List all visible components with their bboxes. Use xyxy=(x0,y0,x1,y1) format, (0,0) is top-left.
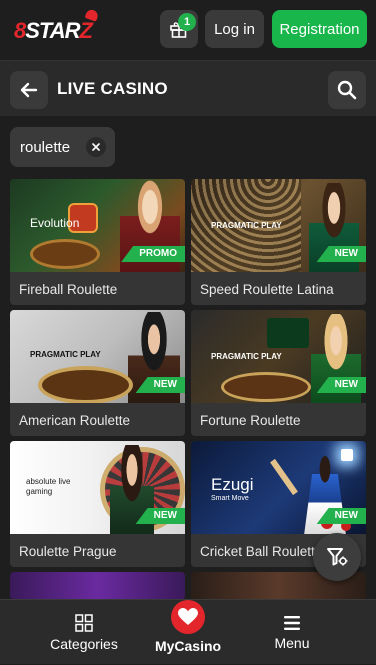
game-thumbnail: PRAGMATIC PLAY NEW xyxy=(191,310,366,403)
mycasino-badge xyxy=(171,599,205,634)
game-thumbnail: PRAGMATIC PLAY NEW xyxy=(10,310,185,403)
logo-text: STAR xyxy=(25,18,80,43)
brand-logo[interactable]: 8STARZ xyxy=(14,8,118,46)
game-card[interactable] xyxy=(10,572,185,600)
nav-categories[interactable]: Categories xyxy=(40,600,128,665)
hamburger-icon xyxy=(284,615,300,630)
search-icon xyxy=(337,80,357,100)
game-title: Roulette Prague xyxy=(19,544,117,559)
game-card[interactable]: absolute live gaming NEW Roulette Prague xyxy=(10,441,185,567)
game-title: Fireball Roulette xyxy=(19,282,118,297)
nav-categories-label: Categories xyxy=(50,635,118,652)
close-icon xyxy=(92,143,100,151)
login-button[interactable]: Log in xyxy=(205,10,264,48)
filter-chip-label: roulette xyxy=(20,139,71,156)
game-title: Fortune Roulette xyxy=(200,413,301,428)
provider-logo: absolute live gaming xyxy=(26,477,71,496)
page-title: LIVE CASINO xyxy=(57,79,168,98)
provider-logo: Evolution xyxy=(30,216,80,230)
game-card[interactable]: PRAGMATIC PLAY NEW American Roulette xyxy=(10,310,185,436)
registration-button[interactable]: Registration xyxy=(272,10,367,48)
clear-filter-button[interactable] xyxy=(86,137,106,157)
search-button[interactable] xyxy=(328,71,366,109)
provider-logo: PRAGMATIC PLAY xyxy=(211,352,282,361)
nav-menu-label: Menu xyxy=(274,634,310,651)
game-thumbnail: Ezugi Smart Move NEW xyxy=(191,441,366,534)
game-thumbnail: absolute live gaming NEW xyxy=(10,441,185,534)
gift-count-badge: 1 xyxy=(178,13,196,31)
nav-mycasino-label: MyCasino xyxy=(154,637,222,654)
game-thumbnail: Evolution PROMO xyxy=(10,179,185,272)
arrow-left-icon xyxy=(20,82,38,98)
heart-icon xyxy=(178,607,198,625)
game-title: Cricket Ball Roulette xyxy=(200,544,323,559)
back-button[interactable] xyxy=(10,71,48,109)
game-thumbnail: PRAGMATIC PLAY NEW xyxy=(191,179,366,272)
provider-logo: Ezugi xyxy=(211,475,254,494)
nav-mycasino[interactable]: MyCasino xyxy=(144,599,232,665)
filter-button[interactable] xyxy=(313,533,361,581)
game-card[interactable]: PRAGMATIC PLAY NEW Speed Roulette Latina xyxy=(191,179,366,305)
filter-settings-icon xyxy=(327,548,348,566)
game-card[interactable]: Evolution PROMO Fireball Roulette xyxy=(10,179,185,305)
provider-logo: PRAGMATIC PLAY xyxy=(30,350,101,359)
section-header: LIVE CASINO xyxy=(0,60,376,116)
top-bar: 8STARZ 1 Log in Registration xyxy=(0,0,376,60)
game-card[interactable]: PRAGMATIC PLAY NEW Fortune Roulette xyxy=(191,310,366,436)
grid-icon xyxy=(75,613,93,632)
provider-tagline: Smart Move xyxy=(211,495,249,502)
nav-menu[interactable]: Menu xyxy=(248,600,336,665)
game-title: American Roulette xyxy=(19,413,131,428)
filter-chip: roulette xyxy=(10,127,115,167)
provider-logo: PRAGMATIC PLAY xyxy=(211,221,282,230)
game-title: Speed Roulette Latina xyxy=(200,282,334,297)
bottom-navigation: Categories MyCasino Menu xyxy=(0,599,376,664)
